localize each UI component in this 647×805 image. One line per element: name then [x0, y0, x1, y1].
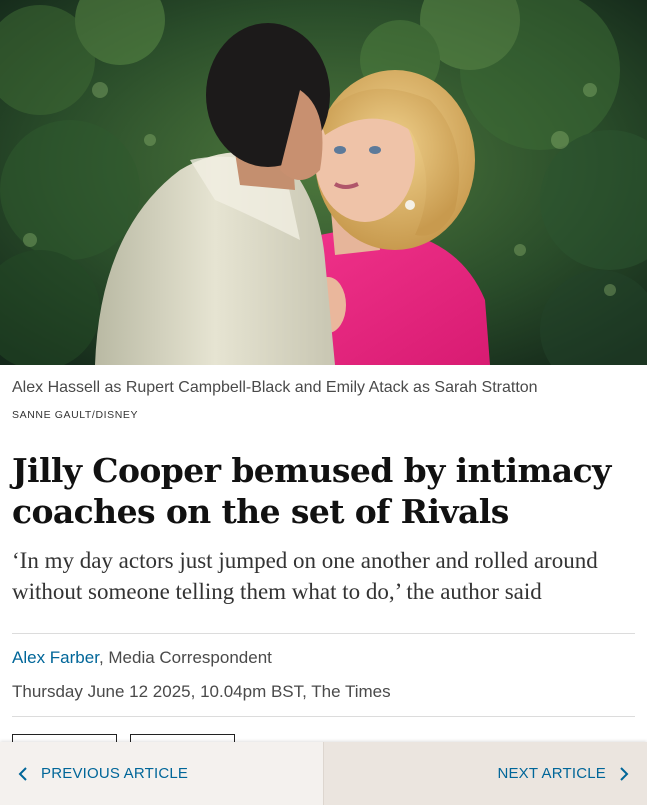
- divider: [12, 716, 635, 717]
- chevron-left-icon: [18, 766, 27, 781]
- hero-image: [0, 0, 647, 365]
- next-article-button[interactable]: NEXT ARTICLE: [323, 742, 647, 805]
- previous-article-button[interactable]: PREVIOUS ARTICLE: [0, 742, 323, 805]
- divider: [12, 633, 635, 634]
- article-dateline: Thursday June 12 2025, 10.04pm BST, The …: [12, 682, 391, 701]
- image-caption: Alex Hassell as Rupert Campbell-Black an…: [12, 379, 538, 396]
- chevron-right-icon: [620, 766, 629, 781]
- next-article-label: NEXT ARTICLE: [497, 765, 606, 782]
- article-headline: Jilly Cooper bemused by intimacy coaches…: [12, 451, 611, 531]
- byline: Alex Farber, Media Correspondent: [12, 648, 272, 668]
- author-link[interactable]: Alex Farber: [12, 648, 99, 667]
- previous-article-label: PREVIOUS ARTICLE: [41, 765, 189, 782]
- author-role: , Media Correspondent: [98, 648, 272, 667]
- article-standfirst: ‘In my day actors just jumped on one ano…: [12, 548, 598, 604]
- image-credit: SANNE GAULT/DISNEY: [12, 409, 139, 421]
- article-navigation: PREVIOUS ARTICLE NEXT ARTICLE: [0, 742, 647, 805]
